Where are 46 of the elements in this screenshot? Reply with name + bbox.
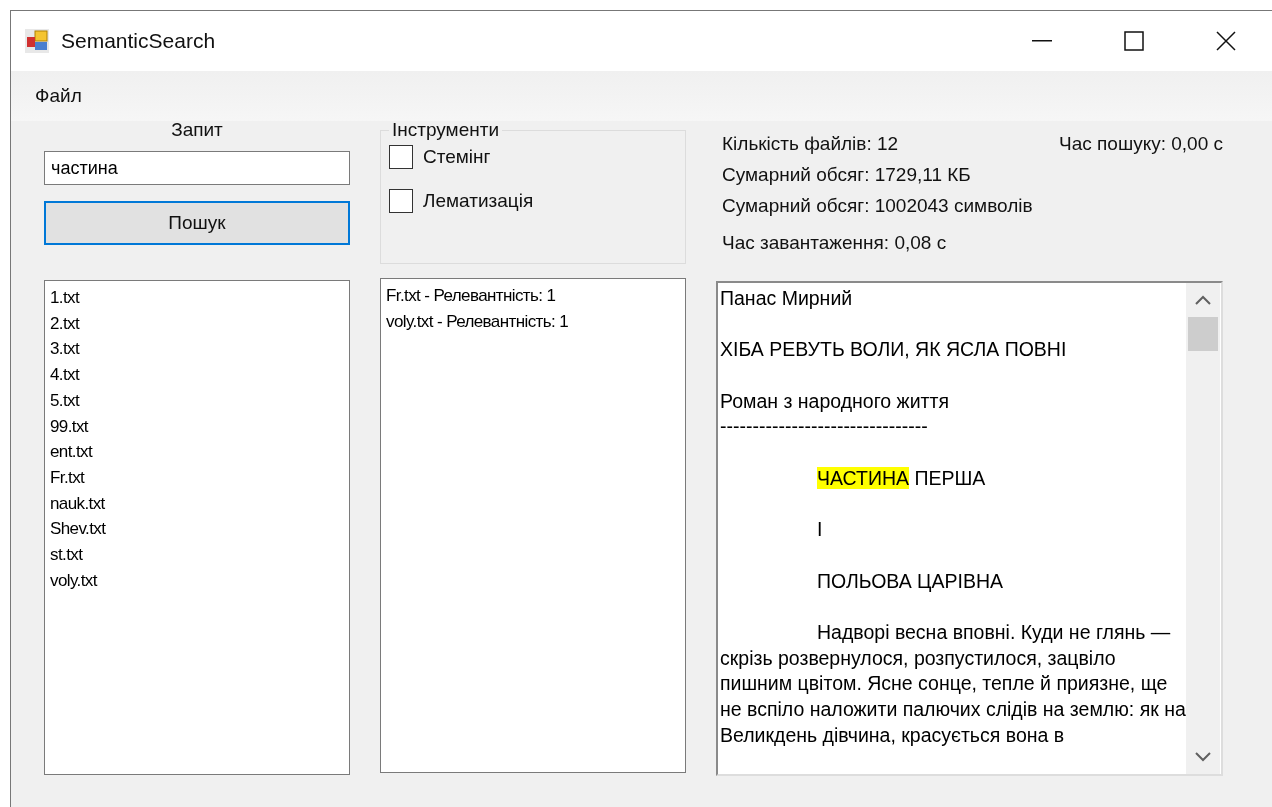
- document-line: Панас Мирний: [720, 286, 854, 311]
- minimize-icon: [1032, 40, 1052, 42]
- file-item[interactable]: voly.txt: [50, 567, 344, 594]
- search-time: Час пошуку: 0,00 с: [1059, 133, 1223, 155]
- result-item[interactable]: Fr.txt - Релевантність: 1: [386, 283, 680, 309]
- file-item[interactable]: st.txt: [50, 542, 344, 568]
- search-button[interactable]: Пошук: [44, 201, 350, 245]
- file-item[interactable]: 5.txt: [50, 387, 344, 414]
- document-line: Роман з народного життя: [720, 388, 950, 414]
- close-icon: [1216, 31, 1236, 51]
- checkbox[interactable]: [389, 145, 413, 169]
- app-icon: [25, 29, 49, 53]
- group-title: Інструменти: [391, 119, 501, 141]
- file-item[interactable]: 2.txt: [50, 310, 344, 337]
- document-line: ЧАСТИНА ПЕРША: [816, 465, 987, 491]
- total-characters: Сумарний обсяг: 1002043 символів: [722, 195, 1034, 217]
- file-item[interactable]: nauk.txt: [50, 490, 344, 517]
- document-line: Надворі весна вповні. Куди не глянь — скрізь розвернулося, розпустилося, зацвіло пишним цвітом. Ясне сонце, тепле й приязне, ще не вспіло наложити палючих слідів на землю: як на Великдень дівчина, красується вона в: [720, 620, 1186, 748]
- scroll-thumb[interactable]: [1188, 317, 1218, 351]
- file-item[interactable]: Shev.txt: [50, 516, 344, 543]
- document-line: ХІБА РЕВУТЬ ВОЛИ, ЯК ЯСЛА ПОВНІ: [720, 337, 1068, 363]
- chevron-down-icon: [1195, 752, 1211, 762]
- file-count: Кількість файлів: 12: [722, 133, 900, 155]
- menu-item[interactable]: Файл: [25, 85, 92, 107]
- document-line: І: [816, 517, 824, 543]
- document-text-area[interactable]: [716, 281, 1223, 776]
- query-label: Запит: [170, 119, 224, 141]
- document-line: --------------------------------: [720, 414, 929, 440]
- chevron-up-icon: [1195, 295, 1211, 305]
- file-item[interactable]: 4.txt: [50, 362, 344, 388]
- scrollbar[interactable]: [1186, 283, 1220, 774]
- file-item[interactable]: 3.txt: [50, 336, 344, 363]
- checkbox[interactable]: [389, 189, 413, 213]
- maximize-icon: [1124, 31, 1144, 51]
- load-time: Час завантаження: 0,08 с: [722, 232, 948, 254]
- checkbox-label[interactable]: Стемінг: [423, 146, 491, 168]
- file-item[interactable]: ent.txt: [50, 439, 344, 465]
- document-line: ПОЛЬОВА ЦАРІВНА: [816, 568, 1005, 594]
- file-item[interactable]: 99.txt: [50, 413, 344, 440]
- window-title: SemanticSearch: [61, 29, 217, 53]
- file-item[interactable]: Fr.txt: [50, 464, 344, 491]
- file-item[interactable]: 1.txt: [50, 285, 344, 311]
- query-field[interactable]: частина: [44, 151, 350, 185]
- checkbox-label[interactable]: Лематизація: [423, 190, 534, 212]
- total-size: Сумарний обсяг: 1729,11 КБ: [722, 164, 972, 186]
- result-item[interactable]: voly.txt - Релевантність: 1: [386, 308, 680, 335]
